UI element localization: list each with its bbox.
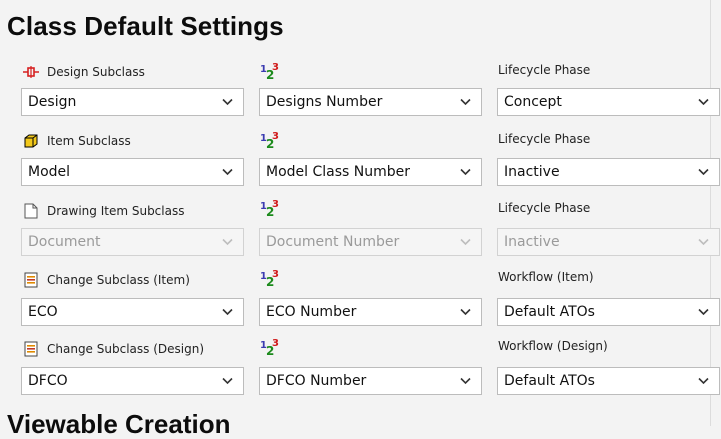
chevron-down-icon xyxy=(222,98,233,106)
number-sequence-icon: 1 23 xyxy=(260,269,279,288)
lifecycle-phase-label: Lifecycle Phase xyxy=(498,132,591,146)
chevron-down-icon xyxy=(460,238,471,246)
workflow-item-select[interactable]: Default ATOs xyxy=(497,298,720,326)
chevron-down-icon xyxy=(698,238,709,246)
change-document-icon xyxy=(23,272,39,288)
svg-text:3: 3 xyxy=(272,269,279,280)
chevron-down-icon xyxy=(698,308,709,316)
change-subclass-item-select[interactable]: ECO xyxy=(21,298,244,326)
section-title: Class Default Settings xyxy=(7,11,284,41)
item-subclass-select[interactable]: Model xyxy=(21,158,244,186)
chevron-down-icon xyxy=(460,308,471,316)
drawing-item-subclass-select: Document xyxy=(21,228,244,256)
change-document-icon xyxy=(23,341,39,357)
svg-text:3: 3 xyxy=(272,131,279,142)
svg-text:3: 3 xyxy=(272,338,279,349)
chevron-down-icon xyxy=(222,377,233,385)
number-sequence-icon: 1 23 xyxy=(260,199,279,218)
change-subclass-item-label: Change Subclass (Item) xyxy=(23,272,190,288)
workflow-design-label: Workflow (Design) xyxy=(498,339,608,353)
change-subclass-design-select[interactable]: DFCO xyxy=(21,367,244,395)
lifecycle-phase-select[interactable]: Concept xyxy=(497,88,720,116)
model-class-number-select[interactable]: Model Class Number xyxy=(259,158,482,186)
drawing-item-subclass-label: Drawing Item Subclass xyxy=(23,203,184,219)
chevron-down-icon xyxy=(698,98,709,106)
number-sequence-icon: 1 23 xyxy=(260,338,279,357)
chevron-down-icon xyxy=(698,168,709,176)
chevron-down-icon xyxy=(460,168,471,176)
chevron-down-icon xyxy=(460,98,471,106)
document-icon xyxy=(23,203,39,219)
document-number-select: Document Number xyxy=(259,228,482,256)
item-cube-icon xyxy=(23,133,39,149)
design-subclass-icon xyxy=(23,64,39,80)
svg-text:3: 3 xyxy=(272,199,279,210)
chevron-down-icon xyxy=(222,168,233,176)
number-sequence-icon: 1 23 xyxy=(260,131,279,150)
lifecycle-phase-label: Lifecycle Phase xyxy=(498,63,591,77)
svg-text:3: 3 xyxy=(272,62,279,73)
dfco-number-select[interactable]: DFCO Number xyxy=(259,367,482,395)
next-section-title: Viewable Creation xyxy=(7,409,231,439)
design-subclass-select[interactable]: Design xyxy=(21,88,244,116)
workflow-design-select[interactable]: Default ATOs xyxy=(497,367,720,395)
chevron-down-icon xyxy=(222,238,233,246)
change-subclass-design-label: Change Subclass (Design) xyxy=(23,341,204,357)
lifecycle-phase-select: Inactive xyxy=(497,228,720,256)
chevron-down-icon xyxy=(222,308,233,316)
design-number-select[interactable]: Designs Number xyxy=(259,88,482,116)
lifecycle-phase-label: Lifecycle Phase xyxy=(498,201,591,215)
design-subclass-label: Design Subclass xyxy=(23,64,145,80)
workflow-item-label: Workflow (Item) xyxy=(498,270,594,284)
item-subclass-label: Item Subclass xyxy=(23,133,131,149)
eco-number-select[interactable]: ECO Number xyxy=(259,298,482,326)
chevron-down-icon xyxy=(460,377,471,385)
lifecycle-phase-select[interactable]: Inactive xyxy=(497,158,720,186)
chevron-down-icon xyxy=(698,377,709,385)
number-sequence-icon: 1 23 xyxy=(260,62,279,81)
